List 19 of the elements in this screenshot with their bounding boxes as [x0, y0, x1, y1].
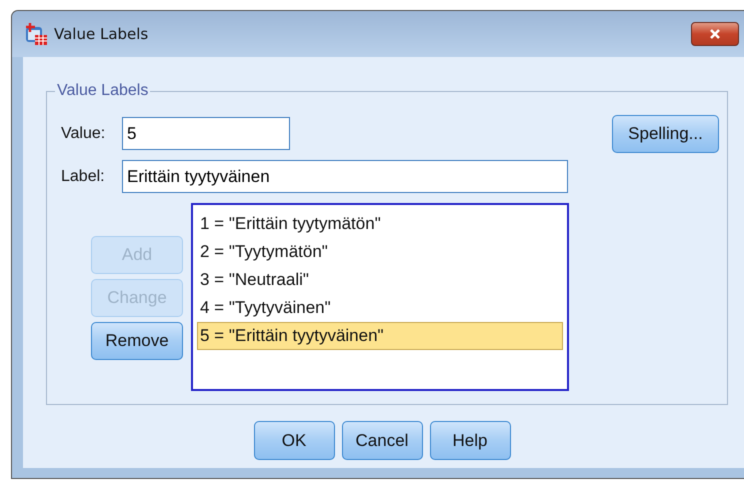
list-item[interactable]: 4 = "Tyytyväinen": [197, 294, 563, 322]
label-label: Label:: [61, 168, 106, 186]
list-item[interactable]: 2 = "Tyytymätön": [197, 238, 563, 266]
value-label: Value:: [61, 124, 106, 142]
label-field[interactable]: Erittäin tyytyväinen: [122, 160, 568, 193]
spelling-button[interactable]: Spelling...: [612, 115, 719, 153]
ok-button[interactable]: OK: [254, 421, 334, 460]
close-button[interactable]: [691, 22, 739, 46]
table-icon: [24, 22, 48, 46]
list-item[interactable]: 1 = "Erittäin tyytymätön": [197, 210, 563, 238]
close-icon: [708, 29, 722, 39]
cancel-button[interactable]: Cancel: [342, 421, 422, 460]
value-label-list[interactable]: 1 = "Erittäin tyytymätön" 2 = "Tyytymätön" 3 = "Neutraali" 4 = "Tyytyväinen" 5 = "Erittäin tyytyväinen": [191, 203, 569, 391]
window-title: Value Labels: [54, 25, 150, 43]
list-item[interactable]: 5 = "Erittäin tyytyväinen": [197, 322, 563, 350]
value-field[interactable]: 5: [122, 117, 290, 150]
list-item[interactable]: 3 = "Neutraali": [197, 266, 563, 294]
remove-button[interactable]: Remove: [91, 322, 183, 360]
help-button[interactable]: Help: [430, 421, 510, 460]
